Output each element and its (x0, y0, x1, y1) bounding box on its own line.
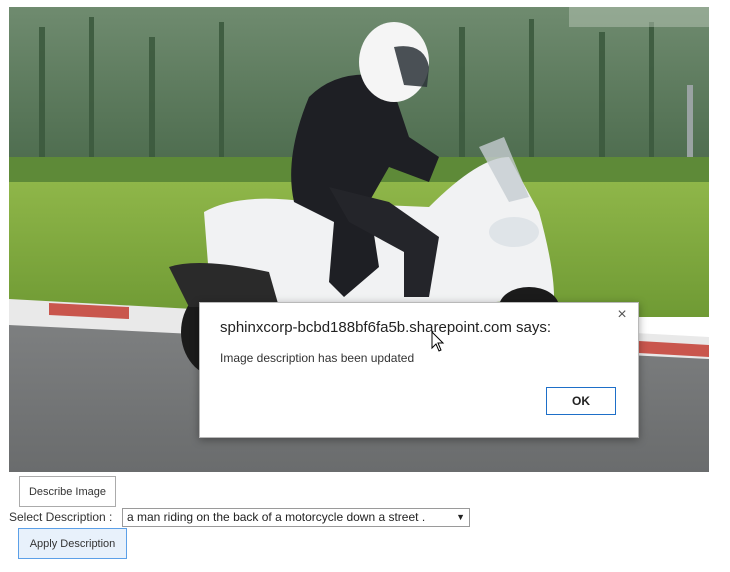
dialog-title: sphinxcorp-bcbd188bf6fa5b.sharepoint.com… (220, 319, 552, 336)
close-icon[interactable]: × (614, 307, 630, 323)
dialog-message: Image description has been updated (220, 351, 415, 365)
alert-dialog: sphinxcorp-bcbd188bf6fa5b.sharepoint.com… (199, 302, 639, 438)
mouse-cursor-icon (431, 331, 445, 352)
chevron-down-icon: ▼ (456, 512, 465, 522)
apply-description-button[interactable]: Apply Description (18, 528, 127, 559)
select-description-label: Select Description : (9, 510, 113, 524)
description-select-value: a man riding on the back of a motorcycle… (127, 510, 426, 524)
ok-button[interactable]: OK (546, 387, 616, 415)
description-select[interactable]: a man riding on the back of a motorcycle… (122, 508, 470, 527)
describe-image-button[interactable]: Describe Image (19, 476, 116, 507)
